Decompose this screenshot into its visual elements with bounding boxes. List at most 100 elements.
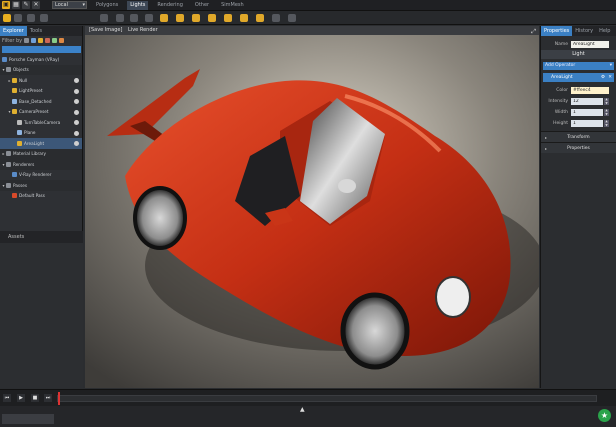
select-tool-icon[interactable] [3, 14, 11, 22]
passes-icon [6, 182, 11, 188]
sphere-light-icon[interactable] [145, 14, 153, 22]
ies-light-icon[interactable] [240, 14, 248, 22]
tab-history[interactable]: History [572, 26, 596, 36]
mesh-icon [17, 130, 22, 136]
edit-icon[interactable]: ✎ [22, 1, 30, 9]
intensity-spinner[interactable]: ▲ ▼ [604, 97, 609, 105]
tree-item-plane[interactable]: Plane [0, 128, 82, 139]
properties-section[interactable]: ▸ Properties [541, 142, 616, 153]
stop-icon[interactable]: ■ [31, 394, 39, 402]
tree-item-material-library[interactable]: ▸ Material Library [0, 148, 82, 159]
mesh-light-icon[interactable] [288, 14, 296, 22]
filter-all-icon[interactable] [24, 38, 30, 43]
assets-header[interactable]: Assets [0, 231, 83, 243]
settings-icon[interactable]: ⚙ [601, 73, 605, 82]
visibility-icon[interactable] [74, 130, 79, 136]
transform-section[interactable]: ▸ Transform [541, 131, 616, 142]
height-spinner[interactable]: ▲ ▼ [604, 119, 609, 127]
tree-item-vray-renderer[interactable]: V-Ray Renderer [0, 170, 82, 181]
tree-item-base-detached[interactable]: Base_Detached [0, 96, 82, 107]
directional-light-icon[interactable] [208, 14, 216, 22]
menu-tab-rendering[interactable]: Rendering [154, 1, 186, 10]
menu-bar: ▣ ▦ ✎ ✕ Local Polygons Lights Rendering … [0, 0, 616, 11]
select-mode-icon[interactable]: ▣ [2, 1, 10, 9]
live-render-button[interactable]: Live Render [128, 27, 158, 33]
visibility-icon[interactable] [74, 109, 79, 115]
spot-light-icon[interactable] [176, 14, 184, 22]
color-swatch[interactable]: #ffeec4 [571, 87, 609, 94]
color-row: Color #ffeec4 [541, 85, 616, 96]
expand-icon[interactable]: ▸ [541, 146, 551, 151]
tab-properties[interactable]: Properties [541, 26, 573, 36]
collapse-up-icon[interactable]: ▲ [300, 406, 305, 413]
search-input[interactable] [2, 46, 81, 53]
visibility-icon[interactable] [74, 88, 79, 94]
status-field [2, 414, 54, 424]
camera-group-icon [12, 109, 17, 115]
visibility-icon[interactable] [74, 120, 79, 125]
add-operator-select[interactable]: Add Operator [543, 62, 614, 70]
filter-light-icon[interactable] [38, 38, 44, 43]
name-field[interactable] [571, 41, 609, 48]
visibility-icon[interactable] [74, 78, 79, 83]
tree-item-renderers[interactable]: ▾ Renderers [0, 159, 82, 170]
sky-light-icon[interactable] [224, 14, 232, 22]
layout-tool-icon[interactable] [27, 14, 35, 22]
tree-item-objects[interactable]: ▾ Objects [0, 64, 82, 75]
fast-forward-icon[interactable]: ⏭ [44, 394, 52, 402]
playhead[interactable] [58, 392, 60, 405]
tree-item-arealight[interactable]: AreaLight [0, 138, 82, 149]
wand-tool-icon[interactable] [100, 14, 108, 22]
area-light-icon[interactable] [192, 14, 200, 22]
play-icon[interactable]: ▶ [17, 394, 25, 402]
tab-explorer[interactable]: Explorer [0, 26, 27, 36]
operator-arealight[interactable]: AreaLight ⚙ ✕ [543, 73, 614, 82]
point-light-icon[interactable] [160, 14, 168, 22]
rewind-icon[interactable]: ⏮ [3, 394, 11, 402]
expand-icon[interactable]: ⤢ [531, 27, 536, 36]
save-image-button[interactable]: [Save Image] [89, 27, 122, 33]
height-field[interactable] [571, 120, 603, 127]
star-icon[interactable]: ★ [598, 409, 611, 422]
tree-item-camerapreset[interactable]: ▾ CameraPreset [0, 107, 82, 118]
space-select[interactable]: Local [52, 1, 87, 9]
sun-light-icon[interactable] [272, 14, 280, 22]
move-tool-icon[interactable] [14, 14, 22, 22]
timeline-track[interactable] [57, 395, 597, 402]
tools-icon[interactable]: ✕ [32, 1, 40, 9]
tree-item-passes[interactable]: ▾ Passes [0, 180, 82, 191]
tree-item-null[interactable]: ▸ Null [0, 75, 82, 86]
cube-tool-icon[interactable] [116, 14, 124, 22]
visibility-icon[interactable] [74, 141, 79, 146]
tree-item-lightpreset[interactable]: LightPreset [0, 86, 82, 97]
filter-camera-icon[interactable] [45, 38, 51, 43]
dome-light-icon[interactable] [256, 14, 264, 22]
menu-tab-polygons[interactable]: Polygons [93, 1, 121, 10]
light-section-header[interactable]: Light [541, 50, 616, 59]
tab-tools[interactable]: Tools [27, 26, 45, 36]
light-icon [12, 88, 17, 94]
mesh-icon [12, 98, 17, 104]
tree-item-default-pass[interactable]: Default Pass [0, 191, 82, 202]
left-tabs: Explorer Tools [0, 26, 82, 36]
grid-icon[interactable]: ▦ [12, 1, 20, 9]
filter-render-icon[interactable] [59, 38, 65, 43]
intensity-field[interactable] [571, 98, 603, 105]
light-bulb-tool-icon[interactable] [130, 14, 138, 22]
menu-tab-simmesh[interactable]: SimMesh [218, 1, 247, 10]
tab-help[interactable]: Help [596, 26, 613, 36]
filter-material-icon[interactable] [52, 38, 58, 43]
frame-tool-icon[interactable] [40, 14, 48, 22]
render-viewport[interactable]: [Save Image] Live Render ⤢ [85, 26, 539, 388]
width-field[interactable] [571, 109, 603, 116]
right-tabs: Properties History Help [541, 26, 616, 36]
tree-item-turntablecamera[interactable]: TurnTableCamera [0, 117, 82, 128]
menu-tab-lights[interactable]: Lights [127, 0, 149, 10]
tree-item-scene[interactable]: Porsche Cayman (VRay) [0, 54, 82, 65]
close-icon[interactable]: ✕ [608, 73, 612, 82]
menu-tab-other[interactable]: Other [192, 1, 212, 10]
width-spinner[interactable]: ▲ ▼ [604, 108, 609, 116]
filter-mesh-icon[interactable] [31, 38, 37, 43]
expand-icon[interactable]: ▸ [541, 135, 551, 140]
visibility-icon[interactable] [74, 99, 79, 104]
